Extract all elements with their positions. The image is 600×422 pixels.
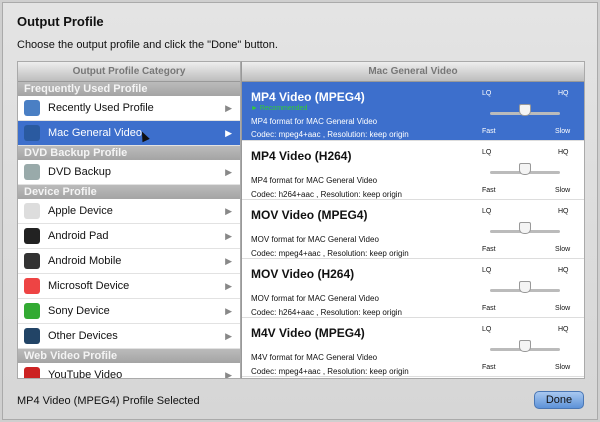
fast-label: Fast: [482, 246, 496, 253]
profile-name: MOV Video (H264): [251, 267, 355, 281]
chevron-right-icon: ▶: [225, 166, 232, 177]
profile-item[interactable]: M4V Video (MPEG4) M4V format for MAC Gen…: [242, 318, 584, 377]
dialog-title: Output Profile: [17, 14, 104, 29]
category-item[interactable]: Sony Device ▶: [18, 299, 240, 324]
apple-icon: [24, 203, 40, 219]
chevron-right-icon: ▶: [225, 102, 232, 113]
group-header: Device Profile: [18, 185, 240, 199]
dialog-subtitle: Choose the output profile and click the …: [17, 39, 278, 51]
android-mobile-icon: [24, 253, 40, 269]
quality-slider-thumb[interactable]: [519, 340, 531, 352]
monitor-icon: [24, 100, 40, 116]
profile-name: MP4 Video (MPEG4): [251, 90, 365, 104]
category-item[interactable]: Recently Used Profile ▶: [18, 96, 240, 121]
category-label: Recently Used Profile: [48, 102, 154, 114]
fast-label: Fast: [482, 128, 496, 135]
chevron-right-icon: ▶: [225, 330, 232, 341]
profile-description: MOV format for MAC General Video: [251, 235, 379, 244]
category-label: Android Mobile: [48, 255, 122, 267]
group-header: Web Video Profile: [18, 349, 240, 363]
lq-label: LQ: [482, 267, 492, 274]
output-profile-dialog: Output Profile Choose the output profile…: [2, 2, 598, 420]
quality-slider-thumb[interactable]: [519, 281, 531, 293]
fast-label: Fast: [482, 305, 496, 312]
lq-label: LQ: [482, 149, 492, 156]
fast-label: Fast: [482, 364, 496, 371]
quality-slider-thumb[interactable]: [519, 104, 531, 116]
category-label: Other Devices: [48, 330, 118, 342]
chevron-right-icon: ▶: [225, 127, 232, 138]
profile-column-header: Mac General Video: [242, 62, 584, 82]
lq-label: LQ: [482, 90, 492, 97]
video-icon: [24, 125, 40, 141]
status-text: MP4 Video (MPEG4) Profile Selected: [17, 395, 200, 407]
hq-label: HQ: [558, 149, 569, 156]
slow-label: Slow: [555, 246, 571, 253]
category-item[interactable]: Android Pad ▶: [18, 224, 240, 249]
slow-label: Slow: [555, 128, 571, 135]
profile-name: MP4 Video (H264): [251, 149, 352, 163]
profile-item[interactable]: MP4 Video (H264) MP4 format for MAC Gene…: [242, 141, 584, 200]
chevron-right-icon: ▶: [225, 280, 232, 291]
category-label: Microsoft Device: [48, 280, 130, 292]
category-item[interactable]: YouTube Video ▶: [18, 363, 240, 379]
category-label: Sony Device: [48, 305, 110, 317]
lq-label: LQ: [482, 208, 492, 215]
category-label: Mac General Video: [48, 127, 142, 139]
profile-item[interactable]: MOV Video (H264) MOV format for MAC Gene…: [242, 259, 584, 318]
category-label: YouTube Video: [48, 369, 123, 379]
category-column-header: Output Profile Category: [18, 62, 240, 82]
profile-description: MOV format for MAC General Video: [251, 294, 379, 303]
hq-label: HQ: [558, 90, 569, 97]
profile-codec: Codec: mpeg4+aac , Resolution: keep orig…: [251, 249, 409, 258]
profile-codec: Codec: mpeg4+aac , Resolution: keep orig…: [251, 130, 409, 139]
profile-codec: Codec: h264+aac , Resolution: keep origi…: [251, 308, 402, 317]
quality-slider-thumb[interactable]: [519, 222, 531, 234]
disc-icon: [24, 164, 40, 180]
profile-list[interactable]: Mac General Video MP4 Video (MPEG4) ► Re…: [241, 61, 585, 379]
category-label: Apple Device: [48, 205, 113, 217]
fast-label: Fast: [482, 187, 496, 194]
android-pad-icon: [24, 228, 40, 244]
youtube-icon: [24, 367, 40, 378]
group-header: Frequently Used Profile: [18, 82, 240, 96]
category-item[interactable]: Android Mobile ▶: [18, 249, 240, 274]
profile-description: MP4 format for MAC General Video: [251, 176, 378, 185]
category-list[interactable]: Output Profile Category Frequently Used …: [17, 61, 241, 379]
done-button[interactable]: Done: [534, 391, 584, 409]
windows-icon: [24, 278, 40, 294]
chevron-right-icon: ▶: [225, 305, 232, 316]
chevron-right-icon: ▶: [225, 230, 232, 241]
profile-item[interactable]: MP4 Video (MPEG4) ► Recommended MP4 form…: [242, 82, 584, 141]
category-label: Android Pad: [48, 230, 109, 242]
hq-label: HQ: [558, 208, 569, 215]
chevron-right-icon: ▶: [225, 369, 232, 379]
category-item[interactable]: DVD Backup ▶: [18, 160, 240, 185]
sony-icon: [24, 303, 40, 319]
slow-label: Slow: [555, 305, 571, 312]
profile-description: MP4 format for MAC General Video: [251, 117, 378, 126]
category-item[interactable]: Other Devices ▶: [18, 324, 240, 349]
category-label: DVD Backup: [48, 166, 111, 178]
chevron-right-icon: ▶: [225, 255, 232, 266]
profile-item[interactable]: MOV Video (MPEG4) MOV format for MAC Gen…: [242, 200, 584, 259]
hq-label: HQ: [558, 267, 569, 274]
hq-label: HQ: [558, 326, 569, 333]
category-item[interactable]: Microsoft Device ▶: [18, 274, 240, 299]
profile-name: M4V Video (MPEG4): [251, 326, 365, 340]
profile-codec: Codec: h264+aac , Resolution: keep origi…: [251, 190, 402, 199]
group-header: DVD Backup Profile: [18, 146, 240, 160]
chevron-right-icon: ▶: [225, 205, 232, 216]
profile-codec: Codec: mpeg4+aac , Resolution: keep orig…: [251, 367, 409, 376]
profile-name: MOV Video (MPEG4): [251, 208, 368, 222]
profile-description: M4V format for MAC General Video: [251, 353, 378, 362]
quality-slider-thumb[interactable]: [519, 163, 531, 175]
slow-label: Slow: [555, 187, 571, 194]
lq-label: LQ: [482, 326, 492, 333]
phone-icon: [24, 328, 40, 344]
category-item[interactable]: Mac General Video ▶: [18, 121, 240, 146]
category-item[interactable]: Apple Device ▶: [18, 199, 240, 224]
slow-label: Slow: [555, 364, 571, 371]
